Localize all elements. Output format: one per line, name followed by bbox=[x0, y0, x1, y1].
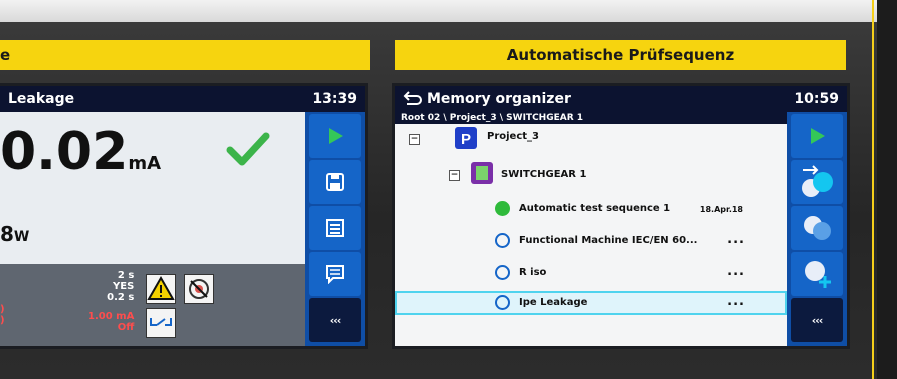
top-strip bbox=[0, 0, 897, 22]
play-icon bbox=[329, 128, 343, 144]
list-button[interactable] bbox=[309, 206, 361, 250]
more-button[interactable]: ‹‹‹ bbox=[791, 298, 843, 342]
probe-icon[interactable] bbox=[184, 274, 214, 304]
right-edge bbox=[877, 0, 897, 379]
measurement-number: 0.02 bbox=[0, 122, 129, 182]
copy-node-icon bbox=[804, 216, 831, 240]
comment-button[interactable] bbox=[309, 252, 361, 296]
power-value: 8W bbox=[0, 222, 29, 246]
limit-left-line: ) bbox=[0, 315, 5, 326]
panel-label-right: Automatische Prüfsequenz bbox=[395, 40, 846, 70]
add-button[interactable] bbox=[791, 252, 843, 296]
more-dots[interactable]: ... bbox=[727, 264, 745, 279]
measurement-value: 0.02mA bbox=[0, 126, 161, 190]
tree-node-switchgear[interactable]: − SWITCHGEAR 1 bbox=[395, 156, 787, 190]
project-icon: P bbox=[455, 127, 477, 149]
tree-node-label: Project_3 bbox=[487, 131, 540, 142]
copy-button[interactable] bbox=[791, 206, 843, 250]
start-button[interactable] bbox=[791, 114, 843, 158]
clock: 13:39 bbox=[312, 91, 357, 107]
save-icon bbox=[326, 173, 344, 191]
tree-node-test-selected[interactable]: Ipe Leakage ... bbox=[395, 291, 787, 315]
add-node-icon bbox=[805, 261, 831, 288]
device-screen-leakage: Leakage 13:39 0.02mA 8W ) ) 2 s YES 0.2 … bbox=[0, 86, 365, 346]
list-icon bbox=[326, 219, 344, 237]
warning-icon[interactable] bbox=[146, 274, 176, 304]
screen-header: Leakage 13:39 bbox=[0, 86, 365, 112]
pass-check-icon bbox=[226, 132, 270, 166]
side-toolbar: ‹‹‹ bbox=[305, 112, 365, 346]
tree-node-label: Ipe Leakage bbox=[519, 297, 588, 308]
limit-line: Off bbox=[117, 322, 135, 333]
tree-node-label: Functional Machine IEC/EN 60... bbox=[519, 235, 698, 246]
screen-title: Leakage bbox=[8, 91, 75, 107]
switch-icon[interactable] bbox=[146, 308, 176, 338]
collapse-icon[interactable]: − bbox=[449, 170, 460, 181]
limit-left: ) ) bbox=[0, 304, 5, 326]
comment-icon bbox=[326, 265, 344, 284]
breadcrumb: Root 02 \ Project_3 \ SWITCHGEAR 1 bbox=[395, 112, 847, 124]
parameters-panel: ) ) 2 s YES 0.2 s 1.00 mA Off bbox=[0, 264, 305, 346]
chevrons-left-icon: ‹‹‹ bbox=[811, 313, 824, 327]
measurement-unit: mA bbox=[128, 153, 161, 174]
screen-header: Memory organizer 10:59 bbox=[395, 86, 847, 112]
back-arrow-icon[interactable] bbox=[403, 90, 423, 108]
parameter-values: 2 s YES 0.2 s 1.00 mA Off bbox=[88, 270, 134, 333]
clone-button[interactable] bbox=[791, 160, 843, 204]
status-empty-icon bbox=[495, 233, 510, 248]
param-line: 2 s bbox=[117, 270, 135, 281]
tree-node-project[interactable]: − P Project_3 bbox=[395, 126, 787, 152]
power-number: 8 bbox=[0, 222, 14, 246]
side-toolbar: ‹‹‹ bbox=[787, 112, 847, 346]
collapse-icon[interactable]: − bbox=[409, 134, 420, 145]
panel-label-left: e bbox=[0, 40, 370, 70]
param-line: YES bbox=[113, 281, 135, 292]
tree-node-test[interactable]: Functional Machine IEC/EN 60... ... bbox=[395, 228, 787, 254]
status-empty-icon bbox=[495, 295, 510, 310]
divider-line bbox=[872, 0, 874, 379]
clone-node-icon bbox=[802, 165, 833, 197]
tree-node-test[interactable]: R iso ... bbox=[395, 260, 787, 286]
limit-line: 1.00 mA bbox=[88, 311, 135, 322]
chevrons-left-icon: ‹‹‹ bbox=[329, 313, 342, 327]
tree-node-label: R iso bbox=[519, 267, 547, 278]
screen-title: Memory organizer bbox=[427, 91, 571, 107]
play-icon bbox=[811, 128, 825, 144]
tree-node-date: 18.Apr.18 bbox=[699, 205, 743, 214]
limit-left-line: ) bbox=[0, 304, 5, 315]
more-dots[interactable]: ... bbox=[727, 232, 745, 247]
more-button[interactable]: ‹‹‹ bbox=[309, 298, 361, 342]
memory-tree: − P Project_3 − SWITCHGEAR 1 Automatic t… bbox=[395, 124, 787, 346]
power-unit: W bbox=[13, 229, 30, 245]
more-dots[interactable]: ... bbox=[727, 294, 745, 309]
tree-node-label: Automatic test sequence 1 bbox=[519, 203, 671, 214]
save-button[interactable] bbox=[309, 160, 361, 204]
tree-node-label: SWITCHGEAR 1 bbox=[501, 169, 587, 180]
status-passed-icon bbox=[495, 201, 510, 216]
clock: 10:59 bbox=[794, 91, 839, 107]
param-line: 0.2 s bbox=[107, 292, 135, 303]
device-screen-memory-organizer: Memory organizer 10:59 Root 02 \ Project… bbox=[395, 86, 847, 346]
switchgear-icon bbox=[471, 162, 493, 184]
tree-node-test[interactable]: Automatic test sequence 1 18.Apr.18 bbox=[395, 196, 787, 222]
svg-text:P: P bbox=[461, 131, 471, 148]
status-empty-icon bbox=[495, 265, 510, 280]
start-button[interactable] bbox=[309, 114, 361, 158]
